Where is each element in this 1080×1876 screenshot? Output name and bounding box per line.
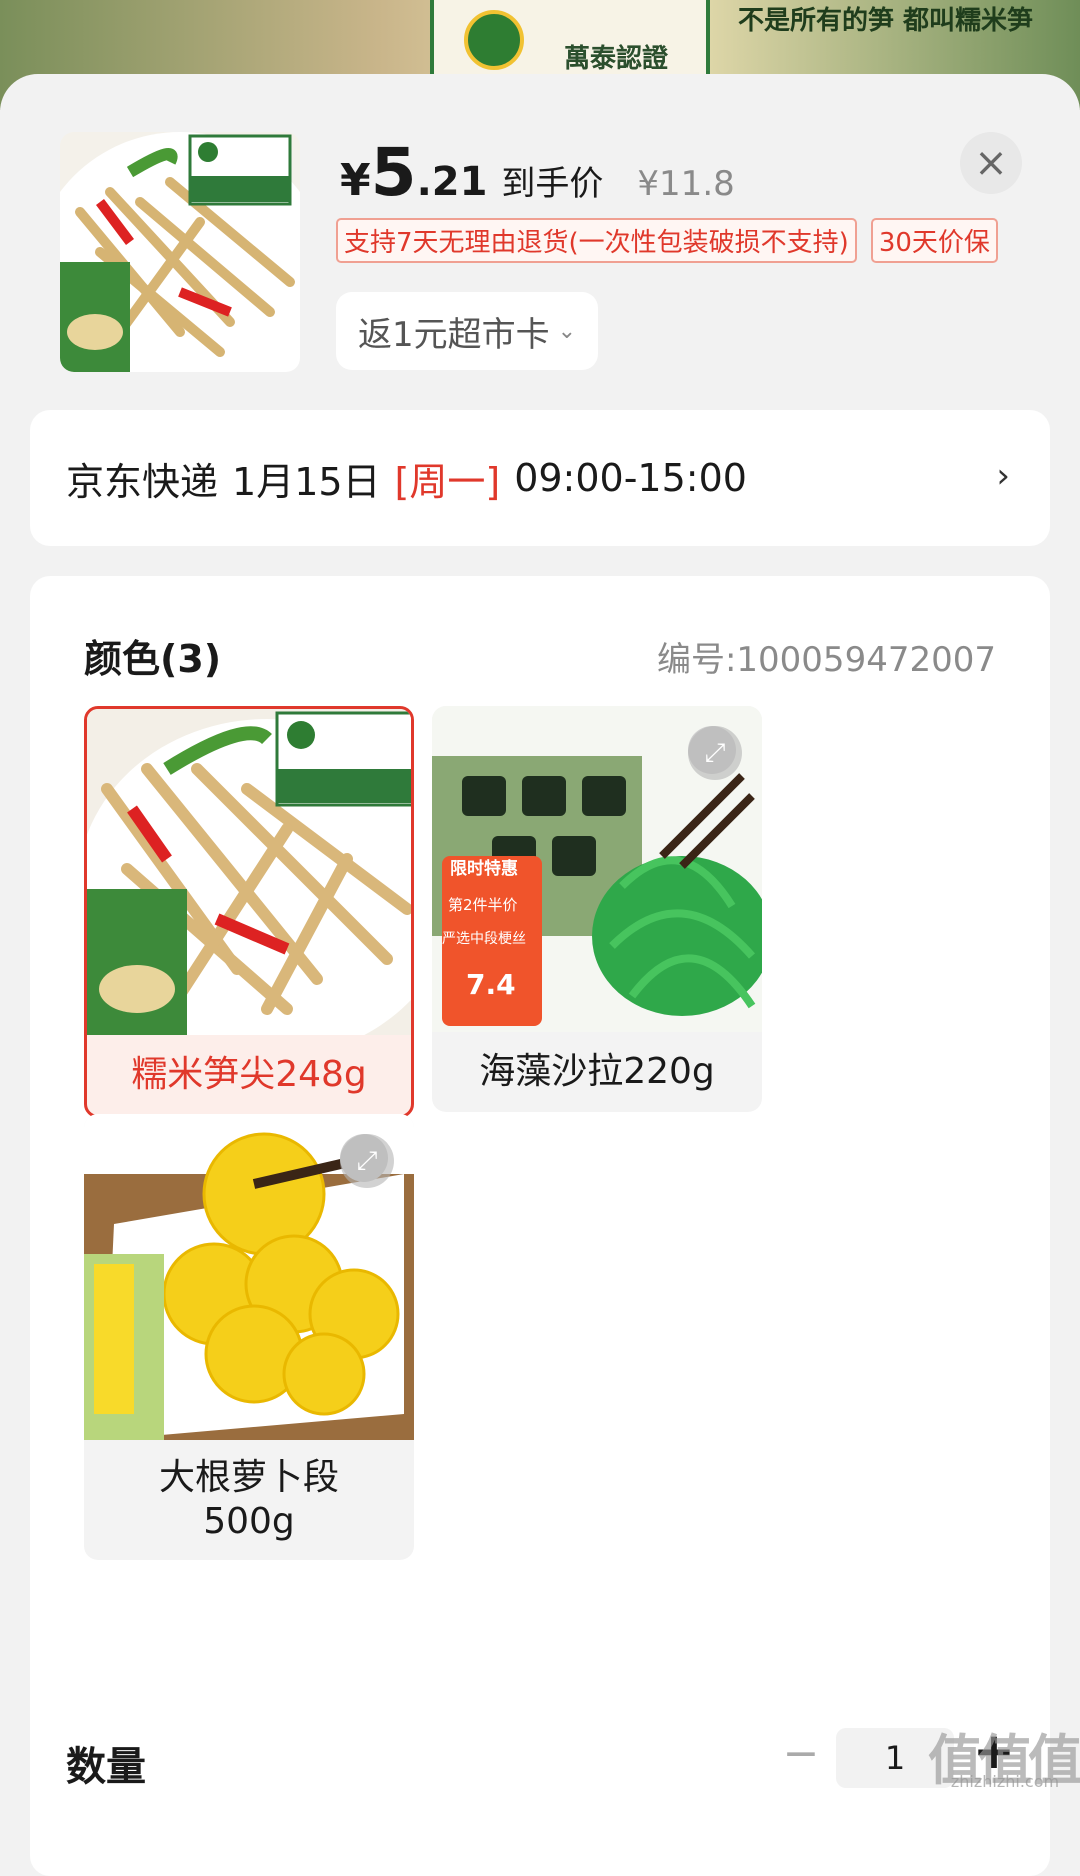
selection-text: 严选中段梗丝	[442, 931, 526, 947]
price-currency: ¥	[340, 155, 371, 206]
variant-label: 海藻沙拉220g	[479, 1051, 715, 1092]
variant-label: 糯米笋尖248g	[131, 1054, 367, 1095]
banner-slogan: 不是所有的笋 都叫糯米笋	[738, 6, 1034, 36]
chevron-down-icon: ⌄	[557, 318, 577, 344]
variant-image: ⤢	[84, 1114, 414, 1440]
price-protection-tag: 30天价保	[870, 218, 998, 263]
delivery-time: 09:00-15:00	[514, 456, 747, 500]
variant-option-radish[interactable]: ⤢ 大根萝卜段 500g	[84, 1114, 414, 1560]
close-icon: ×	[974, 140, 1008, 186]
expand-icon[interactable]: ⤢	[340, 1134, 394, 1188]
variant-label: 大根萝卜段 500g	[158, 1457, 339, 1542]
sku-selector-sheet: ¥ 5 .21 到手价 ¥11.8 × 支持7天无理由退货(一次性包装破损不支持…	[0, 74, 1080, 1876]
variant-image: 限时特惠 第2件半价 严选中段梗丝 7.4 ⤢	[432, 706, 762, 1032]
certification-seal-icon	[464, 10, 524, 70]
price-integer: 5	[370, 134, 417, 211]
quantity-label: 数量	[66, 1744, 146, 1790]
delivery-date: 1月15日	[232, 459, 381, 504]
site-watermark-url: zhizhizhi.com	[950, 1772, 1060, 1791]
variant-options-panel: 颜色(3) 编号:100059472007 糯米笋尖248g 限时特惠 第2件半…	[30, 576, 1050, 1876]
chevron-right-icon: ›	[996, 456, 1010, 496]
delivery-weekday: [周一]	[394, 459, 501, 504]
half-price-text: 第2件半价	[448, 896, 518, 914]
expand-icon[interactable]: ⤢	[688, 726, 742, 780]
product-summary: ¥ 5 .21 到手价 ¥11.8 × 支持7天无理由退货(一次性包装破损不支持…	[0, 74, 1080, 414]
variant-section-title: 颜色(3)	[84, 637, 222, 681]
price-label: 到手价	[501, 164, 604, 204]
variant-option-seaweed-salad[interactable]: 限时特惠 第2件半价 严选中段梗丝 7.4 ⤢ 海藻沙拉220g	[432, 706, 762, 1112]
sku-number: 编号:100059472007	[656, 640, 996, 680]
promo-price: 7.4	[466, 968, 516, 1001]
variant-option-bamboo-shoot[interactable]: 糯米笋尖248g	[84, 706, 414, 1118]
return-policy-tag: 支持7天无理由退货(一次性包装破损不支持)	[336, 218, 857, 263]
price-decimal: .21	[416, 159, 488, 205]
close-button[interactable]: ×	[960, 132, 1022, 194]
delivery-info-row[interactable]: 京东快递 1月15日 [周一] 09:00-15:00 ›	[30, 410, 1050, 546]
promo-text: 限时特惠	[450, 859, 518, 879]
price-row: ¥ 5 .21 到手价 ¥11.8	[340, 134, 735, 214]
card-chip-label: 返1元超市卡	[358, 314, 550, 355]
supermarket-card-chip[interactable]: 返1元超市卡 ⌄	[336, 292, 599, 370]
service-tags: 支持7天无理由退货(一次性包装破损不支持) 30天价保	[336, 218, 998, 263]
certification-text: 萬泰認證	[564, 44, 669, 74]
quantity-decrease-button[interactable]: −	[776, 1728, 826, 1788]
variant-image	[87, 709, 411, 1035]
delivery-carrier: 京东快递	[66, 459, 219, 504]
product-thumbnail[interactable]	[60, 132, 300, 372]
original-price: ¥11.8	[637, 164, 735, 204]
